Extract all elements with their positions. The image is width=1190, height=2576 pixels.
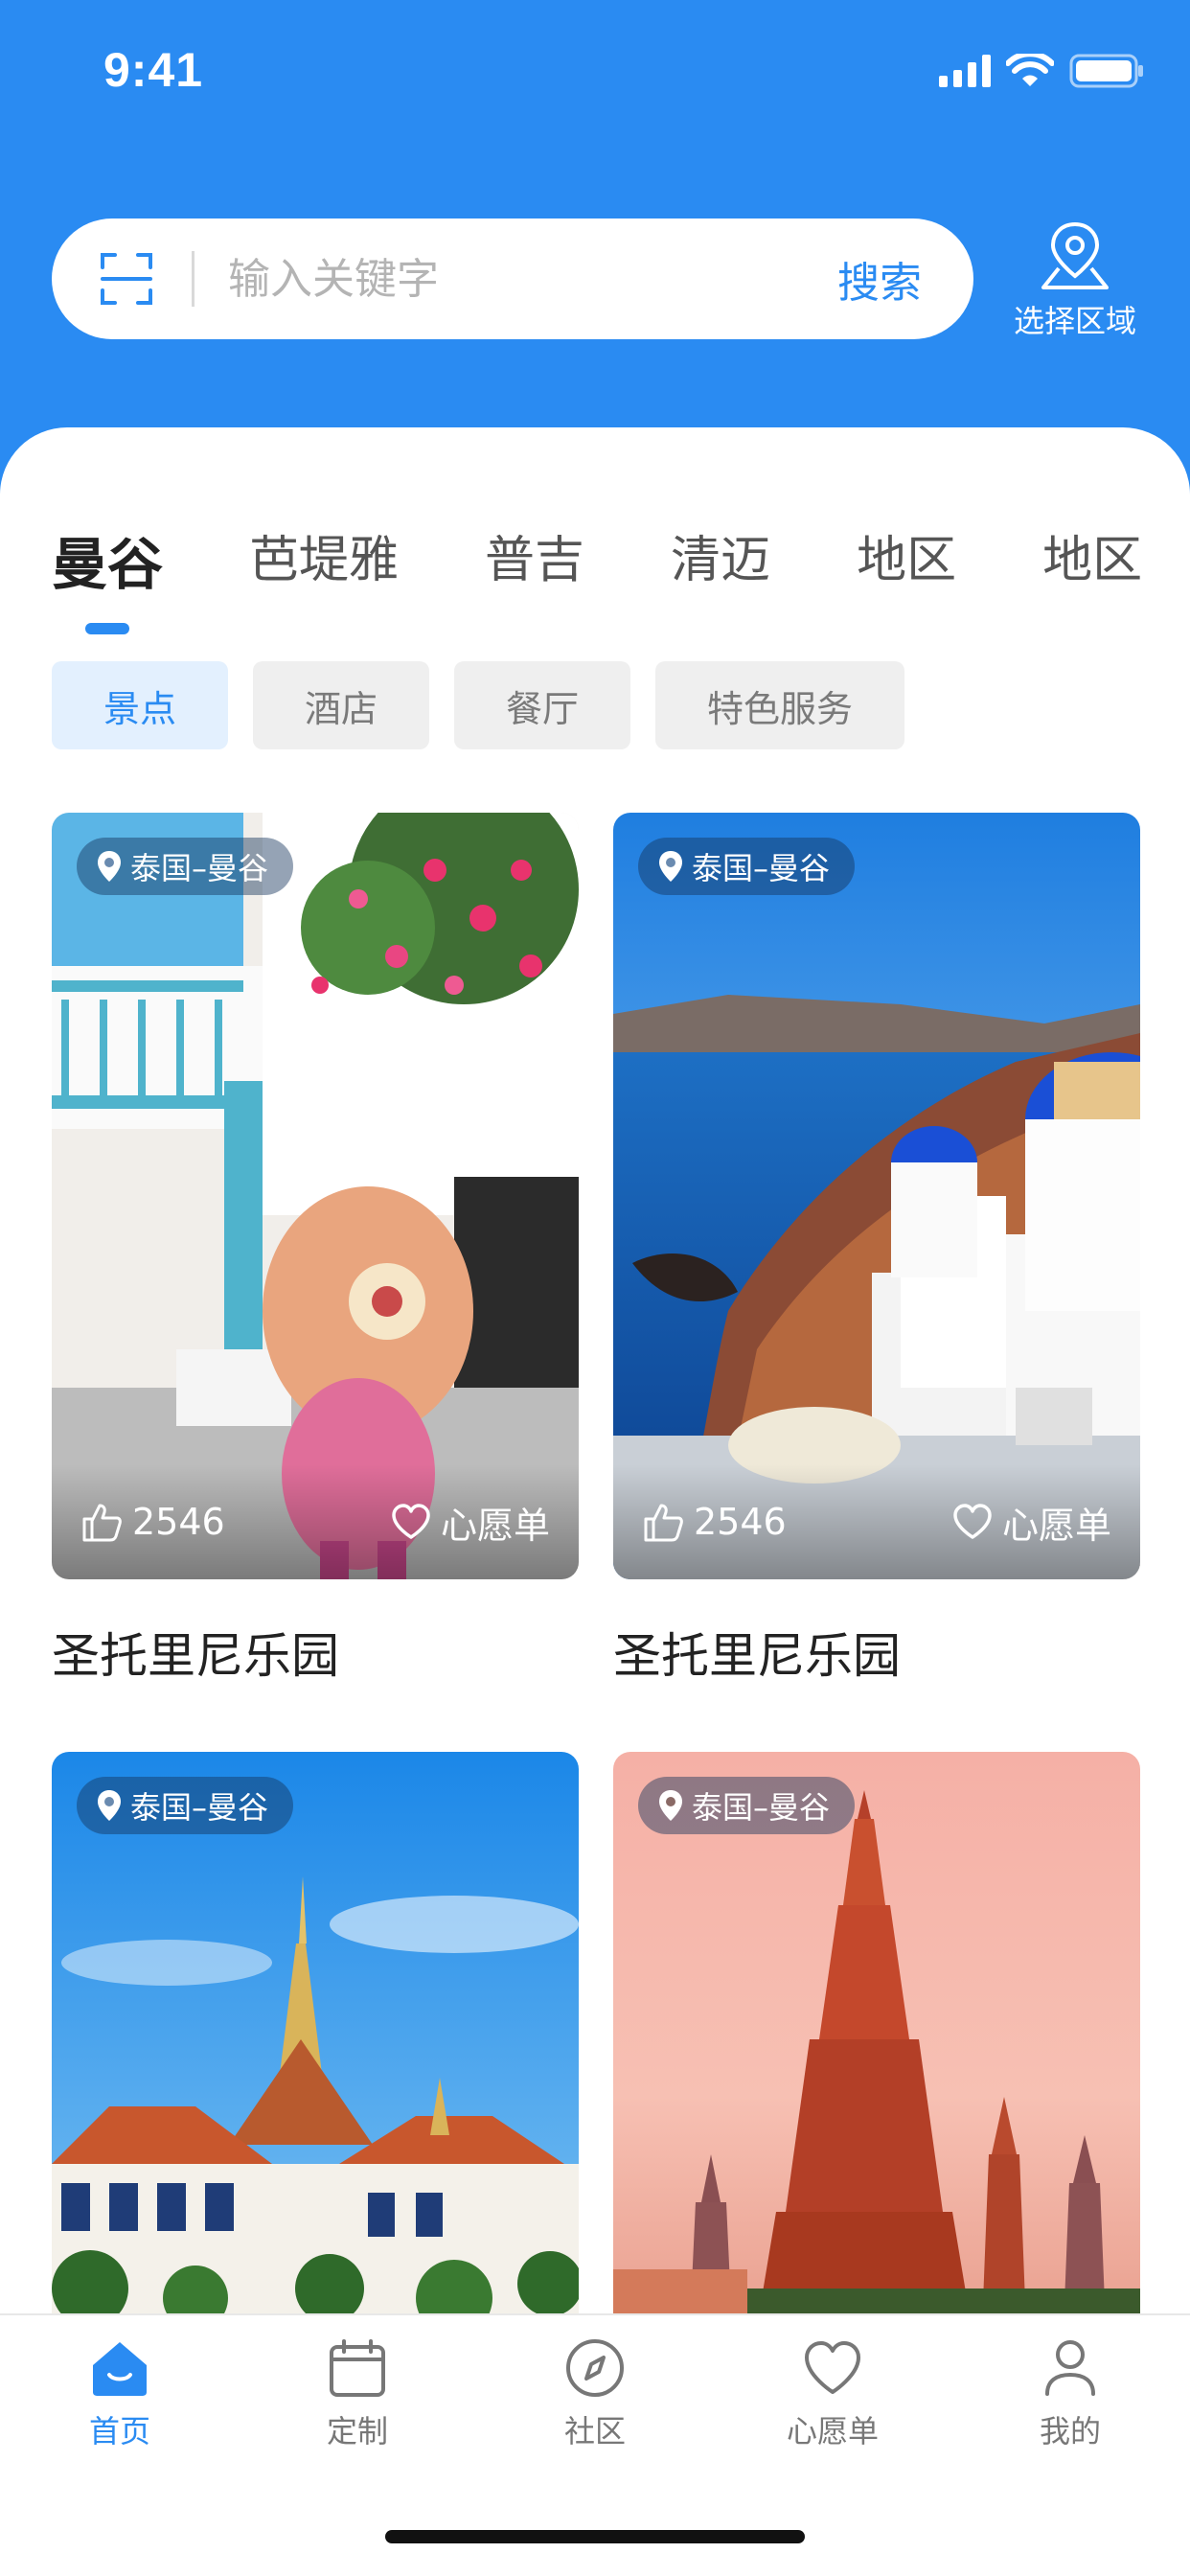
city-tab-label: 地区 bbox=[857, 532, 957, 589]
tab-wishlist[interactable]: 心愿单 bbox=[756, 2338, 909, 2451]
search-divider bbox=[192, 251, 195, 307]
city-tab-label: 曼谷 bbox=[52, 532, 164, 597]
tab-label: 社区 bbox=[563, 2413, 626, 2450]
like-button[interactable]: 2546 bbox=[642, 1501, 787, 1543]
wishlist-label: 心愿单 bbox=[1001, 1504, 1111, 1547]
region-selector-button[interactable]: 选择区域 bbox=[1010, 220, 1140, 345]
chip-special-services[interactable]: 特色服务 bbox=[655, 661, 905, 749]
wifi-icon bbox=[1006, 54, 1054, 86]
wishlist-button[interactable]: 心愿单 bbox=[952, 1496, 1111, 1549]
tab-community[interactable]: 社区 bbox=[518, 2338, 672, 2451]
location-badge: 泰国–曼谷 bbox=[77, 1777, 294, 1834]
tab-label: 心愿单 bbox=[786, 2413, 879, 2450]
location-pin-icon bbox=[659, 851, 682, 882]
search-button[interactable]: 搜索 bbox=[837, 218, 922, 339]
location-pin-icon bbox=[98, 1790, 121, 1821]
thumbs-up-icon bbox=[82, 1504, 122, 1542]
attraction-card[interactable]: 泰国–曼谷 bbox=[613, 1752, 1140, 2327]
wishlist-button[interactable]: 心愿单 bbox=[391, 1496, 550, 1549]
chip-hotels[interactable]: 酒店 bbox=[253, 661, 430, 749]
city-tab-pattaya[interactable]: 芭堤雅 bbox=[249, 519, 399, 596]
location-text: 泰国–曼谷 bbox=[130, 1789, 269, 1826]
heart-icon bbox=[392, 1504, 430, 1539]
card-image: 泰国–曼谷 bbox=[613, 1752, 1140, 2327]
status-time: 9:41 bbox=[103, 43, 204, 97]
city-tab-label: 清迈 bbox=[671, 532, 771, 589]
city-tab-region[interactable]: 地区 bbox=[857, 519, 956, 596]
compass-icon bbox=[566, 2339, 624, 2397]
like-count: 2546 bbox=[132, 1501, 225, 1543]
like-count: 2546 bbox=[694, 1501, 787, 1543]
calendar-icon bbox=[330, 2339, 385, 2397]
like-button[interactable]: 2546 bbox=[80, 1501, 225, 1543]
map-pin-icon bbox=[1041, 221, 1109, 289]
card-photo bbox=[613, 1752, 1140, 2327]
tab-profile[interactable]: 我的 bbox=[994, 2338, 1147, 2451]
card-title: 圣托里尼乐园 bbox=[52, 1628, 339, 1684]
heart-icon bbox=[953, 1504, 992, 1539]
heart-icon bbox=[805, 2341, 860, 2394]
search-input[interactable] bbox=[228, 218, 841, 339]
city-tabs: 曼谷 芭堤雅 普吉 清迈 地区 地区 bbox=[0, 519, 1190, 634]
cellular-signal-icon bbox=[939, 55, 991, 87]
tab-label: 首页 bbox=[88, 2413, 150, 2450]
header: 搜索 选择区域 bbox=[0, 144, 1190, 431]
city-tab-chiang-mai[interactable]: 清迈 bbox=[671, 519, 770, 596]
status-icons bbox=[939, 54, 1144, 88]
region-label: 选择区域 bbox=[1013, 303, 1136, 339]
city-tab-label: 地区 bbox=[1042, 532, 1143, 589]
city-tab-label: 普吉 bbox=[485, 532, 585, 589]
home-icon bbox=[93, 2342, 147, 2396]
battery-icon bbox=[1069, 54, 1143, 88]
city-tab-bangkok[interactable]: 曼谷 bbox=[52, 519, 164, 634]
user-icon bbox=[1045, 2340, 1095, 2396]
attraction-card[interactable]: 泰国–曼谷 bbox=[52, 1752, 579, 2327]
card-image: 泰国–曼谷 bbox=[52, 1752, 579, 2327]
content-panel: 曼谷 芭堤雅 普吉 清迈 地区 地区 景点 酒店 餐厅 特色服务 泰国–曼谷 2… bbox=[0, 427, 1190, 2576]
status-bar: 9:41 bbox=[0, 0, 1190, 144]
tab-customize[interactable]: 定制 bbox=[281, 2338, 434, 2451]
home-indicator bbox=[385, 2530, 805, 2543]
city-tab-label: 芭堤雅 bbox=[249, 532, 400, 589]
card-footer: 2546 心愿单 bbox=[613, 1464, 1140, 1579]
card-footer: 2546 心愿单 bbox=[52, 1464, 579, 1579]
location-text: 泰国–曼谷 bbox=[130, 850, 269, 886]
city-tab-region-2[interactable]: 地区 bbox=[1042, 519, 1142, 596]
attraction-card[interactable]: 泰国–曼谷 2546 心愿单 圣托里尼乐园 bbox=[613, 813, 1140, 1687]
card-title: 圣托里尼乐园 bbox=[613, 1628, 901, 1684]
location-text: 泰国–曼谷 bbox=[692, 1789, 831, 1826]
location-badge: 泰国–曼谷 bbox=[638, 1777, 856, 1834]
scan-icon[interactable] bbox=[100, 252, 153, 306]
tab-home[interactable]: 首页 bbox=[43, 2338, 196, 2451]
location-badge: 泰国–曼谷 bbox=[638, 838, 856, 895]
card-image: 泰国–曼谷 2546 心愿单 bbox=[613, 813, 1140, 1579]
search-bar[interactable]: 搜索 bbox=[52, 218, 973, 339]
tab-label: 定制 bbox=[326, 2413, 388, 2450]
city-tab-phuket[interactable]: 普吉 bbox=[485, 519, 584, 596]
active-tab-indicator bbox=[85, 623, 129, 634]
card-image: 泰国–曼谷 2546 心愿单 bbox=[52, 813, 579, 1579]
card-photo bbox=[52, 1752, 579, 2327]
location-badge: 泰国–曼谷 bbox=[77, 838, 294, 895]
category-chips: 景点 酒店 餐厅 特色服务 bbox=[52, 661, 905, 749]
chip-restaurants[interactable]: 餐厅 bbox=[454, 661, 631, 749]
location-text: 泰国–曼谷 bbox=[692, 850, 831, 886]
location-pin-icon bbox=[659, 1790, 682, 1821]
attraction-card[interactable]: 泰国–曼谷 2546 心愿单 圣托里尼乐园 bbox=[52, 813, 579, 1687]
location-pin-icon bbox=[98, 851, 121, 882]
wishlist-label: 心愿单 bbox=[440, 1504, 550, 1547]
chip-attractions[interactable]: 景点 bbox=[52, 661, 229, 749]
tab-label: 我的 bbox=[1039, 2413, 1101, 2450]
thumbs-up-icon bbox=[644, 1504, 683, 1542]
